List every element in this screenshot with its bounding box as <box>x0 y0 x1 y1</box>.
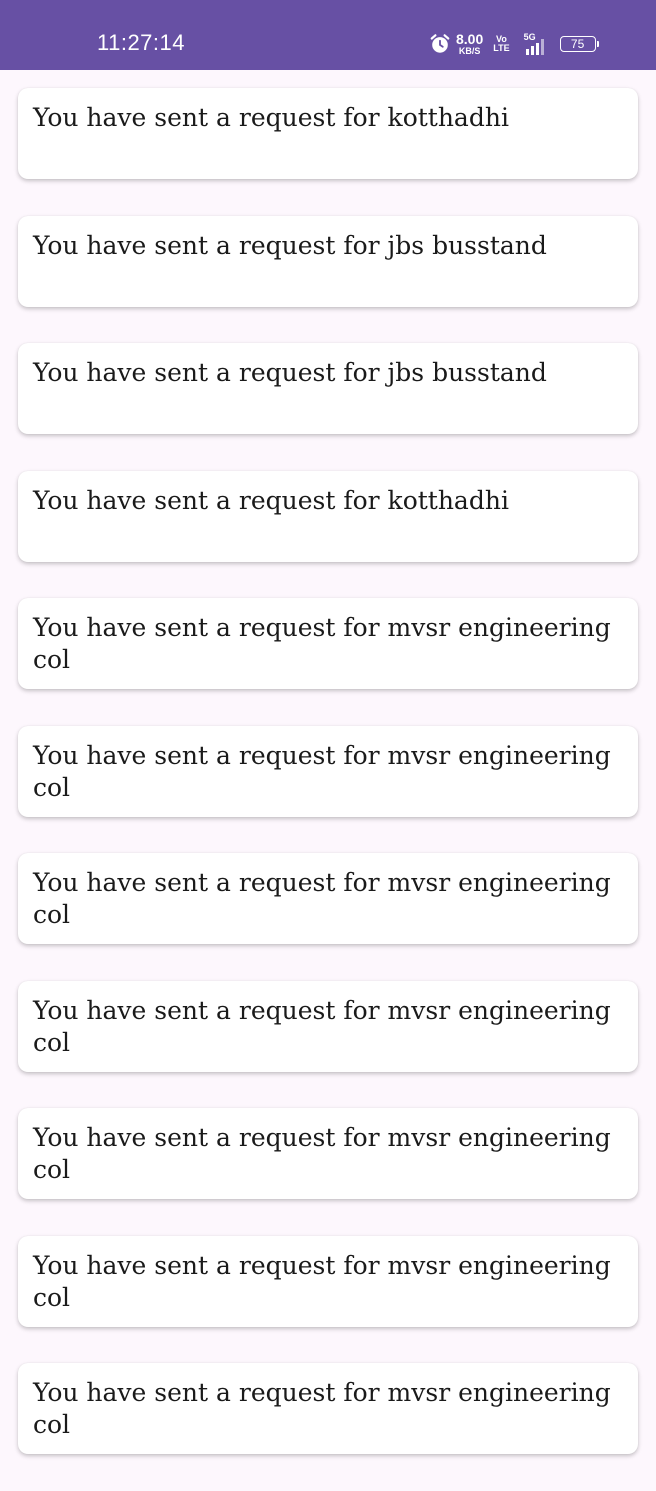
request-text: You have sent a request for jbs busstand <box>33 230 547 260</box>
signal-5g-icon: 5G <box>524 32 550 55</box>
request-card[interactable]: You have sent a request for mvsr enginee… <box>18 980 638 1072</box>
request-card[interactable]: You have sent a request for mvsr enginee… <box>18 1235 638 1327</box>
request-text: You have sent a request for kotthadhi <box>33 103 509 132</box>
volte-bottom: LTE <box>493 43 510 53</box>
request-text: You have sent a request for mvsr enginee… <box>33 740 611 802</box>
battery-level: 75 <box>570 37 585 51</box>
request-text: You have sent a request for mvsr enginee… <box>33 1250 611 1312</box>
request-card[interactable]: You have sent a request for jbs busstand <box>18 215 638 307</box>
request-card[interactable]: You have sent a request for kotthadhi <box>18 470 638 562</box>
request-text: You have sent a request for mvsr enginee… <box>33 1123 611 1184</box>
net-speed-unit: KB/S <box>458 46 481 56</box>
request-text: You have sent a request for jbs busstand <box>33 358 547 387</box>
request-card[interactable]: You have sent a request for mvsr enginee… <box>18 1363 638 1454</box>
battery-icon: 75 <box>559 36 599 52</box>
request-card[interactable]: You have sent a request for mvsr enginee… <box>18 598 638 689</box>
alarm-icon <box>430 34 450 53</box>
request-card[interactable]: You have sent a request for kotthadhi <box>18 88 638 179</box>
request-text: You have sent a request for mvsr enginee… <box>33 1378 611 1439</box>
status-time: 11:27:14 <box>97 30 186 55</box>
request-text: You have sent a request for mvsr enginee… <box>33 868 611 929</box>
net-speed: 8.00 KB/S <box>456 32 483 56</box>
request-list: You have sent a request for kotthadhi Yo… <box>18 88 638 1491</box>
volte-icon: Vo LTE <box>493 35 509 53</box>
signal-bars <box>525 39 544 55</box>
request-card[interactable]: You have sent a request for mvsr enginee… <box>18 1108 638 1199</box>
status-bar: 11:27:14 8.00 KB/S Vo LTE 5G 75 <box>0 0 656 70</box>
request-text: You have sent a request for mvsr enginee… <box>33 995 611 1057</box>
request-card[interactable]: You have sent a request for jbs busstand <box>18 343 638 434</box>
net-speed-value: 8.00 <box>456 31 484 47</box>
status-icons: 8.00 KB/S Vo LTE 5G 75 <box>429 30 599 58</box>
request-text: You have sent a request for mvsr enginee… <box>33 613 611 674</box>
request-card[interactable]: You have sent a request for mvsr enginee… <box>18 725 638 817</box>
request-card[interactable]: You have sent a request for mvsr enginee… <box>18 853 638 944</box>
request-text: You have sent a request for kotthadhi <box>33 485 509 515</box>
